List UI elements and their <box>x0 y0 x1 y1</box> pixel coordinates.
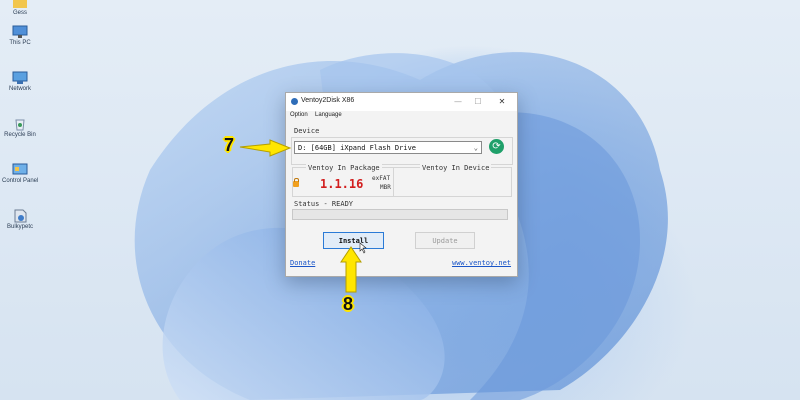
arrow-to-device-select <box>239 139 292 157</box>
mouse-cursor-icon <box>359 242 367 254</box>
annotation-step-8: 8 <box>343 294 354 314</box>
annotation-layer <box>239 139 367 293</box>
annotation-step-7: 7 <box>224 135 235 155</box>
arrow-to-install-button <box>340 246 362 293</box>
